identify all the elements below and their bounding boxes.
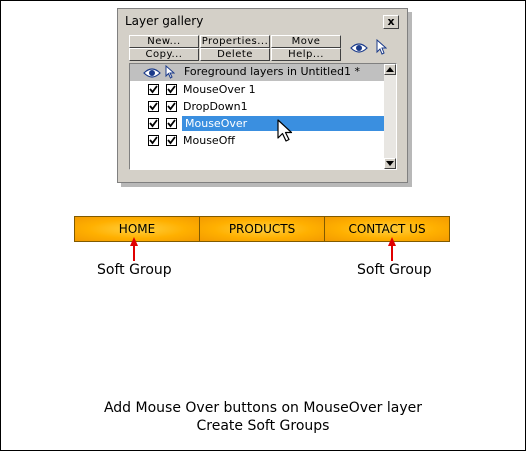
eye-icon[interactable] xyxy=(350,42,368,54)
mouse-cursor-icon xyxy=(277,119,293,142)
properties-button[interactable]: Properties... xyxy=(200,35,270,48)
layer-row[interactable]: MouseOver 1 xyxy=(130,81,384,98)
scroll-up-button[interactable] xyxy=(384,64,396,75)
visible-checkbox[interactable] xyxy=(148,84,159,95)
soft-group-label-right: Soft Group xyxy=(357,262,432,278)
dialog-title: Layer gallery xyxy=(125,14,204,28)
checkmark-icon xyxy=(149,85,158,94)
checkmark-icon xyxy=(167,85,176,94)
nav-products-button[interactable]: PRODUCTS xyxy=(200,217,325,241)
checkmark-icon xyxy=(167,102,176,111)
eye-icon xyxy=(143,68,161,78)
help-button[interactable]: Help... xyxy=(271,48,341,61)
caption-line-2: Create Soft Groups xyxy=(196,418,330,434)
layer-gallery-dialog: Layer gallery x New... Properties... Mov… xyxy=(117,8,408,183)
scroll-track[interactable] xyxy=(384,75,396,158)
visible-checkbox[interactable] xyxy=(148,118,159,129)
group-label: Foreground layers in Untitled1 * xyxy=(184,65,360,78)
visible-checkbox[interactable] xyxy=(148,135,159,146)
soft-group-label-left: Soft Group xyxy=(97,262,172,278)
delete-button[interactable]: Delete xyxy=(200,48,270,61)
dialog-titlebar[interactable]: Layer gallery x xyxy=(121,12,404,32)
visible-checkbox[interactable] xyxy=(148,101,159,112)
layer-row-selected[interactable]: MouseOver xyxy=(130,115,385,132)
locked-checkbox[interactable] xyxy=(166,84,177,95)
move-button[interactable]: Move xyxy=(271,35,341,48)
red-arrow-icon xyxy=(388,237,396,261)
close-icon: x xyxy=(387,15,395,28)
scroll-down-icon xyxy=(386,161,394,166)
layer-list: Foreground layers in Untitled1 * MouseOv… xyxy=(129,63,397,170)
checkmark-icon xyxy=(167,119,176,128)
caption-line-1: Add Mouse Over buttons on MouseOver laye… xyxy=(103,400,423,416)
layer-label: MouseOff xyxy=(183,134,235,147)
new-button[interactable]: New... xyxy=(129,35,199,48)
layer-group-row[interactable]: Foreground layers in Untitled1 * xyxy=(130,64,384,81)
checkmark-icon xyxy=(149,119,158,128)
nav-contact-button[interactable]: CONTACT US xyxy=(325,217,449,241)
locked-checkbox[interactable] xyxy=(166,101,177,112)
layer-row[interactable]: MouseOff xyxy=(130,132,384,149)
vertical-scrollbar[interactable] xyxy=(384,64,396,169)
layer-label: DropDown1 xyxy=(183,100,248,113)
locked-checkbox[interactable] xyxy=(166,118,177,129)
pointer-icon[interactable] xyxy=(375,39,387,55)
checkmark-icon xyxy=(149,102,158,111)
pointer-icon xyxy=(165,65,175,79)
locked-checkbox[interactable] xyxy=(166,135,177,146)
checkmark-icon xyxy=(167,136,176,145)
checkmark-icon xyxy=(149,136,158,145)
layer-row[interactable]: DropDown1 xyxy=(130,98,384,115)
red-arrow-icon xyxy=(130,237,138,261)
scroll-down-button[interactable] xyxy=(384,158,396,169)
scroll-up-icon xyxy=(386,67,394,72)
copy-button[interactable]: Copy... xyxy=(129,48,199,61)
layer-label: MouseOver 1 xyxy=(183,83,256,96)
close-button[interactable]: x xyxy=(383,15,399,29)
